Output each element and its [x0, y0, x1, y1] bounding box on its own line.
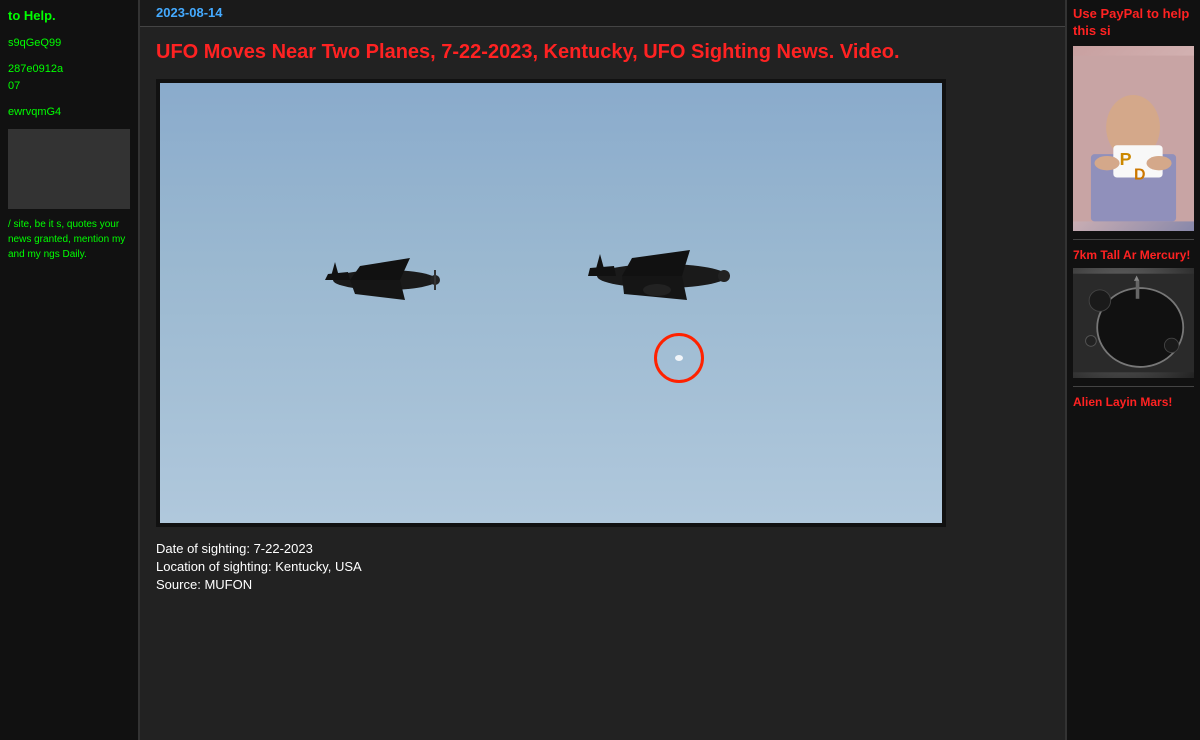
- plane-right-icon: [582, 238, 742, 308]
- alien-title: Alien Layin Mars!: [1073, 395, 1194, 411]
- video-container[interactable]: [156, 79, 946, 527]
- video-scene: [160, 83, 942, 523]
- sighting-details: Date of sighting: 7-22-2023 Location of …: [156, 541, 1049, 592]
- sidebar-left: to Help. s9qGeQ99 287e0912a 07 ewrvqmG4 …: [0, 0, 140, 740]
- code-2: 287e0912a 07: [8, 61, 130, 96]
- svg-text:P: P: [1120, 149, 1132, 169]
- source-value: MUFON: [204, 577, 252, 592]
- location-line: Location of sighting: Kentucky, USA: [156, 559, 1049, 574]
- paypal-image-svg: P D: [1073, 46, 1194, 231]
- source-label: Source:: [156, 577, 201, 592]
- article-title: UFO Moves Near Two Planes, 7-22-2023, Ke…: [156, 39, 1049, 65]
- article-date: 2023-08-14: [156, 5, 223, 20]
- help-text: to Help.: [8, 8, 130, 23]
- sidebar-ad-box: [8, 129, 130, 209]
- mercury-thumbnail: [1073, 268, 1194, 378]
- code-3: ewrvqmG4: [8, 104, 130, 122]
- date-of-sighting-value: 7-22-2023: [254, 541, 313, 556]
- ufo-circle-marker: [654, 333, 704, 383]
- code-1: s9qGeQ99: [8, 35, 130, 53]
- paypal-image[interactable]: P D: [1073, 46, 1194, 231]
- date-of-sighting-label: Date of sighting:: [156, 541, 250, 556]
- mercury-article-link[interactable]: 7km Tall Ar Mercury!: [1073, 248, 1194, 379]
- mercury-surface-image: [1073, 268, 1194, 378]
- paypal-title: Use PayPal to help this si: [1073, 6, 1194, 40]
- sidebar-right: Use PayPal to help this si P D: [1065, 0, 1200, 740]
- divider-1: [1073, 239, 1194, 240]
- paypal-section: Use PayPal to help this si P D: [1073, 6, 1194, 231]
- mercury-title: 7km Tall Ar Mercury!: [1073, 248, 1194, 264]
- alien-section[interactable]: Alien Layin Mars!: [1073, 395, 1194, 411]
- divider-2: [1073, 386, 1194, 387]
- svg-text:D: D: [1134, 165, 1146, 183]
- date-of-sighting-line: Date of sighting: 7-22-2023: [156, 541, 1049, 556]
- source-line: Source: MUFON: [156, 577, 1049, 592]
- ufo-dot: [675, 355, 683, 361]
- location-label: Location of sighting:: [156, 559, 272, 574]
- mercury-svg: [1073, 268, 1194, 378]
- date-bar: 2023-08-14: [140, 0, 1065, 27]
- location-value: Kentucky, USA: [275, 559, 361, 574]
- article-container: UFO Moves Near Two Planes, 7-22-2023, Ke…: [140, 27, 1065, 607]
- permission-text: / site, be it s, quotes your news grante…: [8, 217, 130, 262]
- plane-left-icon: [320, 248, 450, 308]
- main-content: 2023-08-14 UFO Moves Near Two Planes, 7-…: [140, 0, 1065, 740]
